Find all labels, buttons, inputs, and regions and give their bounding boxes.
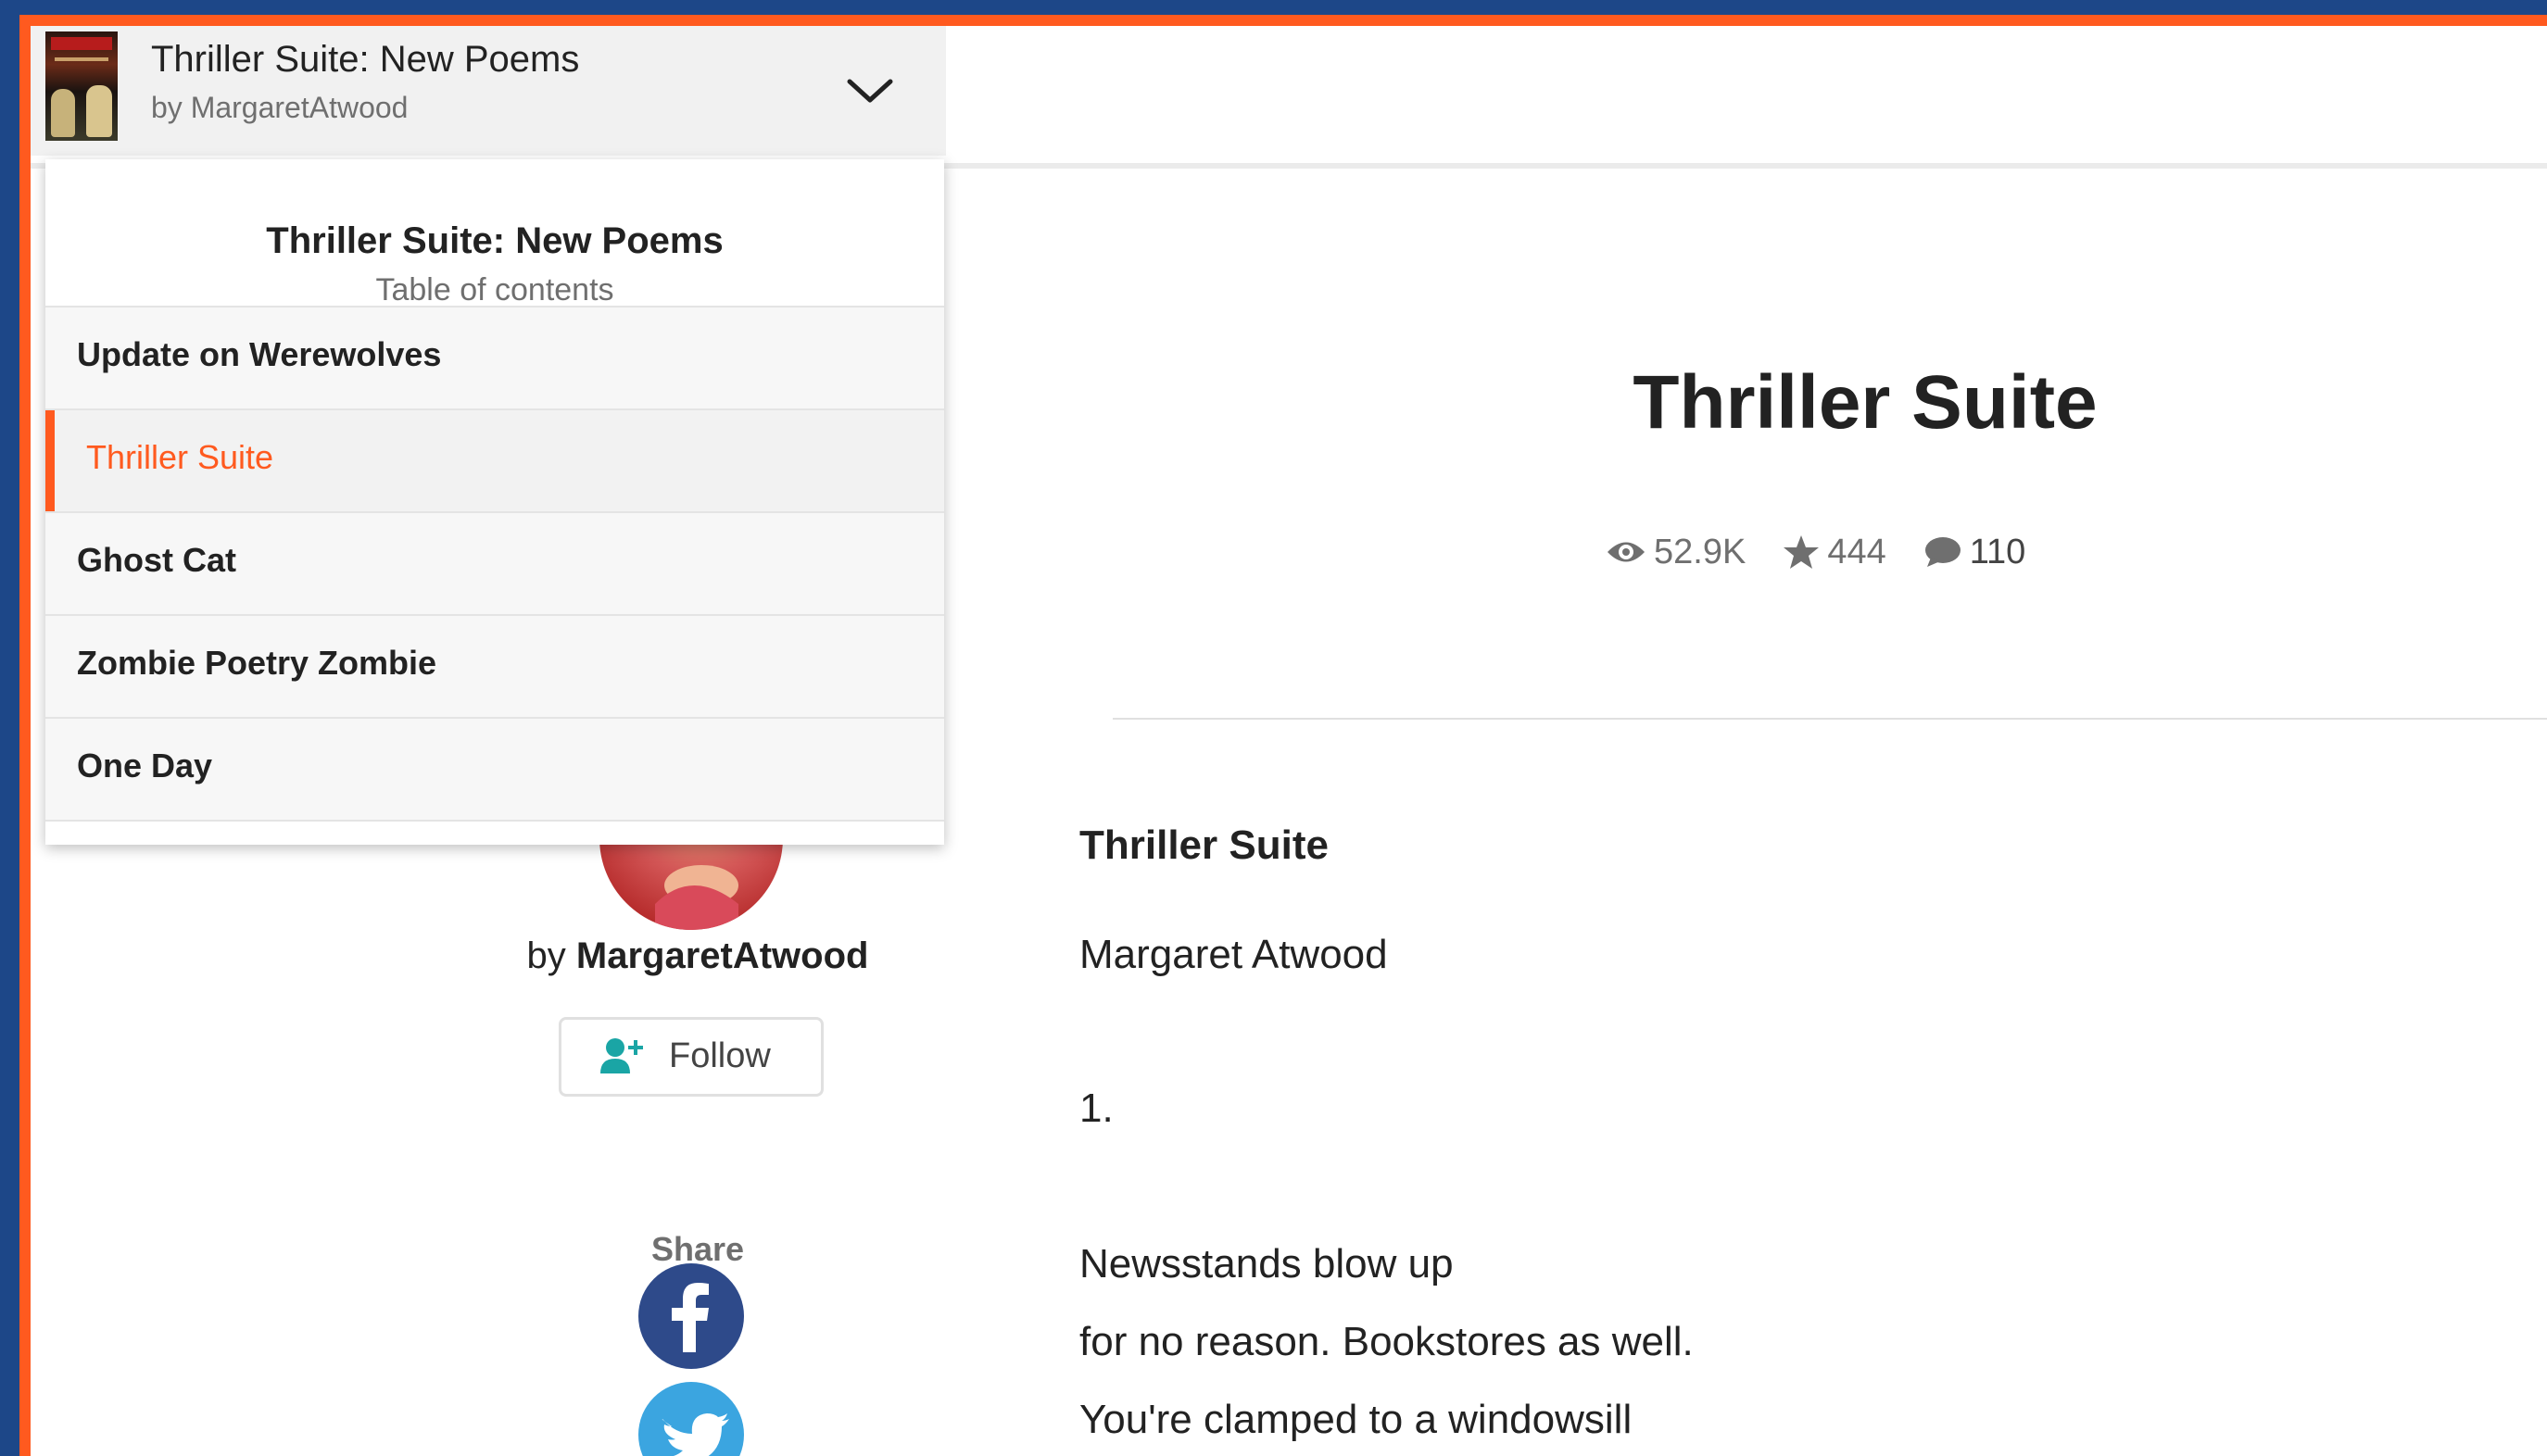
toc-item-label: Ghost Cat [77, 541, 237, 579]
by-label: by [526, 935, 566, 976]
toc-item-ghost-cat[interactable]: Ghost Cat [45, 513, 944, 616]
twitter-share-button[interactable] [638, 1382, 744, 1456]
toc-item-label: Update on Werewolves [77, 335, 442, 373]
toc-header: Thriller Suite: New Poems Table of conte… [45, 159, 944, 308]
section-divider [1113, 718, 2547, 720]
toc-item-label: One Day [77, 747, 213, 784]
twitter-icon [662, 1413, 729, 1456]
story-author: by MargaretAtwood [151, 91, 409, 124]
toc-title: Thriller Suite: New Poems [266, 220, 724, 261]
toc-item-one-day[interactable]: One Day [45, 719, 944, 822]
follow-label: Follow [669, 1036, 771, 1075]
chevron-down-icon[interactable] [842, 72, 898, 109]
table-of-contents-dropdown: Thriller Suite: New Poems Table of conte… [45, 159, 944, 845]
story-cover-image [45, 31, 118, 141]
part-stats: 52.9K 444 110 [1606, 526, 2062, 578]
toc-item-label: Thriller Suite [86, 438, 274, 476]
toc-item-update-on-werewolves[interactable]: Update on Werewolves [45, 308, 944, 410]
content-line: for no reason. Bookstores as well. [1079, 1319, 1694, 1364]
content-heading: Thriller Suite [1079, 822, 1329, 868]
content-line: Margaret Atwood [1079, 932, 1388, 977]
eye-icon [1608, 542, 1645, 562]
follow-button[interactable]: Follow [559, 1017, 824, 1097]
author-byline: by MargaretAtwood [512, 935, 883, 977]
comments-stat: 110 [1923, 532, 2026, 572]
toc-item-thriller-suite[interactable]: Thriller Suite [45, 410, 944, 513]
reads-stat: 52.9K [1606, 533, 1746, 572]
story-selector[interactable]: Thriller Suite: New Poems by MargaretAtw… [31, 26, 946, 156]
toc-subtitle: Table of contents [375, 272, 614, 308]
add-user-icon [600, 1038, 643, 1073]
comment-icon [1924, 537, 1961, 567]
content-line: Newsstands blow up [1079, 1241, 1454, 1287]
toc-item-zombie-poetry-zombie[interactable]: Zombie Poetry Zombie [45, 616, 944, 719]
facebook-icon [672, 1283, 709, 1352]
comments-count: 110 [1969, 532, 2026, 571]
votes-count: 444 [1827, 532, 1886, 571]
toc-list: Update on Werewolves Thriller Suite Ghos… [45, 308, 944, 822]
toc-item-label: Zombie Poetry Zombie [77, 644, 437, 682]
reads-count: 52.9K [1654, 532, 1746, 571]
content-line: 1. [1079, 1086, 1114, 1131]
facebook-share-button[interactable] [638, 1263, 744, 1369]
reader-page: Thriller Suite: New Poems by MargaretAtw… [31, 26, 2547, 1456]
star-icon [1784, 535, 1820, 569]
part-title: Thriller Suite [1633, 360, 2098, 445]
author-name-link[interactable]: MargaretAtwood [576, 935, 869, 976]
votes-stat: 444 [1783, 532, 1886, 572]
content-line: You're clamped to a windowsill [1079, 1397, 1633, 1442]
story-title: Thriller Suite: New Poems [151, 39, 580, 80]
